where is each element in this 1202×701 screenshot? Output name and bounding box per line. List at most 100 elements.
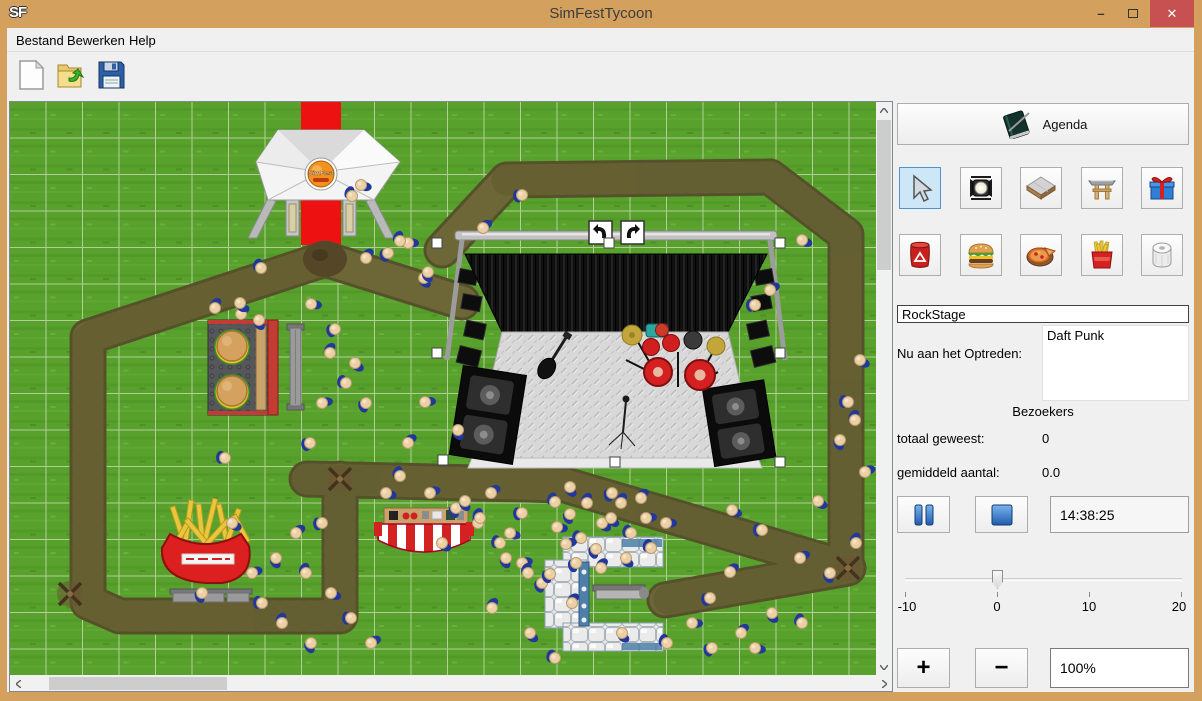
menu-help[interactable]: Help — [125, 32, 160, 49]
slider-tick — [997, 592, 998, 597]
vertical-scroll-thumb[interactable] — [877, 120, 891, 270]
festival-map-canvas[interactable]: SimFest — [10, 102, 876, 675]
visitor[interactable] — [746, 299, 761, 312]
horizontal-scrollbar[interactable] — [10, 676, 892, 691]
selection-handle[interactable] — [775, 348, 785, 358]
maximize-button[interactable] — [1118, 0, 1148, 27]
vertical-scrollbar[interactable] — [876, 102, 892, 675]
burger-stand — [208, 320, 278, 415]
clock-display: 14:38:25 — [1050, 496, 1189, 533]
visitors-average-label: gemiddeld aantal: — [897, 465, 1000, 480]
cursor-icon — [906, 174, 934, 202]
menu-bestand[interactable]: Bestand — [12, 32, 68, 49]
selection-handle[interactable] — [610, 457, 620, 467]
selection-handle[interactable] — [604, 238, 614, 248]
now-performing-label: Nu aan het Optreden: — [897, 346, 1022, 361]
slider-label-max: 20 — [1172, 599, 1186, 614]
burger-stand-tool-button[interactable] — [960, 234, 1002, 276]
stage-light-tool-button[interactable] — [960, 167, 1002, 209]
zoom-level-display: 100% — [1050, 648, 1189, 688]
bench-toilet-area — [593, 585, 649, 599]
menu-bewerken[interactable]: Bewerken — [63, 32, 129, 49]
visitors-average-value: 0.0 — [1042, 465, 1060, 480]
pizza-stand-tool-button[interactable] — [1020, 234, 1062, 276]
path-tile-icon — [1025, 175, 1057, 201]
agenda-book-icon — [999, 109, 1033, 139]
agenda-button-label: Agenda — [1043, 117, 1088, 132]
rotate-right-button[interactable] — [621, 221, 644, 244]
junction-detail — [312, 249, 328, 261]
visitors-total-label: totaal geweest: — [897, 431, 984, 446]
turnstile-marker — [57, 581, 83, 607]
scroll-up-icon[interactable] — [876, 102, 892, 118]
fries-stand-tool-button[interactable] — [1081, 234, 1123, 276]
gate-tool-button[interactable] — [1081, 167, 1123, 209]
stop-button[interactable] — [975, 496, 1028, 533]
horizontal-scroll-thumb[interactable] — [49, 677, 227, 690]
bench-vertical — [287, 324, 304, 410]
slider-label-zero: 0 — [993, 599, 1000, 614]
maximize-icon — [1128, 9, 1138, 18]
now-performing-listbox[interactable]: Daft Punk — [1042, 325, 1189, 401]
visitors-heading: Bezoekers — [897, 404, 1189, 419]
select-tool-button[interactable] — [899, 167, 941, 209]
new-file-icon — [16, 59, 46, 91]
selection-handle[interactable] — [432, 238, 442, 248]
trash-can-icon — [906, 240, 934, 270]
turnstile-marker — [327, 466, 353, 492]
selection-handle[interactable] — [775, 457, 785, 467]
burger-icon — [965, 241, 997, 269]
stage-curtain — [465, 254, 767, 332]
fries-icon — [1089, 240, 1115, 270]
scroll-right-icon[interactable] — [876, 676, 892, 691]
path-tile-tool-button[interactable] — [1020, 167, 1062, 209]
turnstile-marker — [835, 555, 861, 581]
zoom-out-button[interactable]: − — [975, 648, 1028, 688]
selection-handle[interactable] — [438, 455, 448, 465]
speed-slider-thumb[interactable] — [992, 570, 1003, 589]
stop-icon — [990, 504, 1014, 526]
slider-tick — [1181, 592, 1182, 597]
visitors-total-value: 0 — [1042, 431, 1049, 446]
app-window: SF SimFestTycoon – ✕ Bestand Bewerken He… — [0, 0, 1202, 701]
menubar: Bestand Bewerken Help — [7, 28, 1194, 52]
bench-horizontal — [170, 589, 252, 602]
stage-light-icon — [966, 173, 996, 203]
save-file-icon — [96, 59, 126, 91]
tent-logo-text: SimFest — [308, 170, 334, 177]
open-file-icon — [55, 59, 87, 91]
close-button[interactable]: ✕ — [1150, 0, 1194, 27]
side-panel: Agenda — [897, 97, 1189, 692]
pause-icon — [912, 504, 936, 526]
toilet-paper-tool-button[interactable] — [1141, 234, 1183, 276]
stage-speaker-right — [702, 380, 775, 467]
circus-food-stand — [374, 508, 474, 552]
slider-label-min: -10 — [898, 599, 917, 614]
scroll-left-icon[interactable] — [10, 676, 26, 691]
stage-speaker-left — [449, 366, 526, 465]
save-file-button[interactable] — [93, 57, 129, 93]
zoom-in-button[interactable]: + — [897, 648, 950, 688]
trash-can-tool-button[interactable] — [899, 234, 941, 276]
selection-handle[interactable] — [775, 238, 785, 248]
open-file-button[interactable] — [53, 57, 89, 93]
titlebar: SF SimFestTycoon – ✕ — [0, 0, 1202, 28]
pizza-icon — [1025, 241, 1057, 269]
agenda-button[interactable]: Agenda — [897, 103, 1189, 145]
toolbar — [7, 53, 1194, 97]
visitor[interactable] — [342, 612, 357, 625]
pause-button[interactable] — [897, 496, 950, 533]
gate-icon — [1087, 173, 1117, 203]
slider-tick — [1089, 592, 1090, 597]
new-file-button[interactable] — [13, 57, 49, 93]
selection-handle[interactable] — [432, 348, 442, 358]
slider-label-ten: 10 — [1082, 599, 1096, 614]
toilet-paper-icon — [1148, 240, 1176, 270]
visitor[interactable] — [753, 524, 768, 537]
scroll-down-icon[interactable] — [876, 659, 892, 675]
gift-icon — [1147, 173, 1177, 203]
minimize-button[interactable]: – — [1086, 0, 1116, 27]
gift-stand-tool-button[interactable] — [1141, 167, 1183, 209]
stage-name-input[interactable] — [897, 305, 1189, 323]
speed-slider-track[interactable] — [905, 578, 1182, 581]
